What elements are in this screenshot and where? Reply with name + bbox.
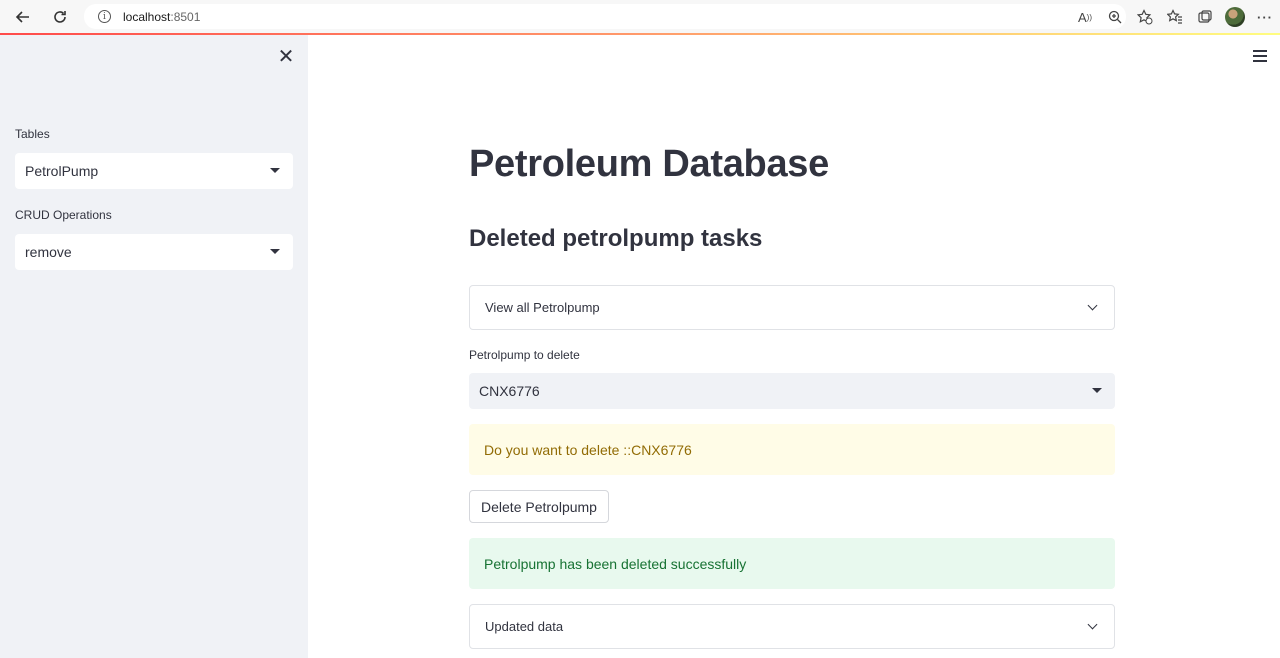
- browser-tools: A)) ···: [1070, 2, 1280, 32]
- url-text: localhost:8501: [123, 9, 201, 24]
- crud-select-value: remove: [25, 244, 72, 260]
- delete-select-value: CNX6776: [479, 383, 540, 399]
- tables-select-value: PetrolPump: [25, 163, 99, 179]
- main-content: Petroleum Database Deleted petrolpump ta…: [308, 35, 1280, 658]
- crud-operations-label: CRUD Operations: [15, 208, 112, 222]
- delete-select-label: Petrolpump to delete: [469, 348, 580, 362]
- add-favorite-icon[interactable]: [1130, 2, 1160, 32]
- delete-petrolpump-select[interactable]: CNX6776: [469, 373, 1115, 409]
- caret-down-icon: [270, 168, 280, 173]
- read-aloud-icon[interactable]: A)): [1070, 2, 1100, 32]
- section-subtitle: Deleted petrolpump tasks: [469, 225, 763, 252]
- back-arrow-icon[interactable]: [8, 2, 38, 32]
- delete-petrolpump-button[interactable]: Delete Petrolpump: [469, 490, 609, 523]
- info-icon[interactable]: i: [98, 10, 111, 23]
- view-all-expander[interactable]: View all Petrolpump: [469, 285, 1115, 330]
- browser-toolbar: i localhost:8501 A)) ···: [0, 0, 1280, 33]
- success-text: Petrolpump has been deleted successfully: [484, 555, 747, 572]
- tables-select[interactable]: PetrolPump: [15, 153, 293, 189]
- expander-label: Updated data: [485, 619, 564, 634]
- chevron-down-icon: [1087, 300, 1098, 311]
- caret-down-icon: [270, 249, 280, 254]
- favorites-icon[interactable]: [1160, 2, 1190, 32]
- more-options-icon[interactable]: ···: [1250, 2, 1280, 32]
- sidebar: ✕ Tables PetrolPump CRUD Operations remo…: [0, 35, 308, 658]
- collections-icon[interactable]: [1190, 2, 1220, 32]
- caret-down-icon: [1092, 388, 1102, 393]
- hamburger-menu-icon[interactable]: [1253, 50, 1267, 62]
- warning-text: Do you want to delete ::CNX6776: [484, 441, 692, 458]
- expander-label: View all Petrolpump: [485, 300, 600, 315]
- reload-icon[interactable]: [45, 2, 75, 32]
- profile-avatar[interactable]: [1220, 2, 1250, 32]
- tables-label: Tables: [15, 127, 50, 141]
- page-title: Petroleum Database: [469, 143, 829, 185]
- close-sidebar-icon[interactable]: ✕: [276, 47, 296, 67]
- chevron-down-icon: [1087, 619, 1098, 630]
- success-message: Petrolpump has been deleted successfully: [469, 538, 1115, 589]
- updated-data-expander[interactable]: Updated data: [469, 604, 1115, 649]
- crud-operations-select[interactable]: remove: [15, 234, 293, 270]
- warning-message: Do you want to delete ::CNX6776: [469, 424, 1115, 475]
- zoom-icon[interactable]: [1100, 2, 1130, 32]
- address-bar[interactable]: i localhost:8501: [84, 4, 1126, 29]
